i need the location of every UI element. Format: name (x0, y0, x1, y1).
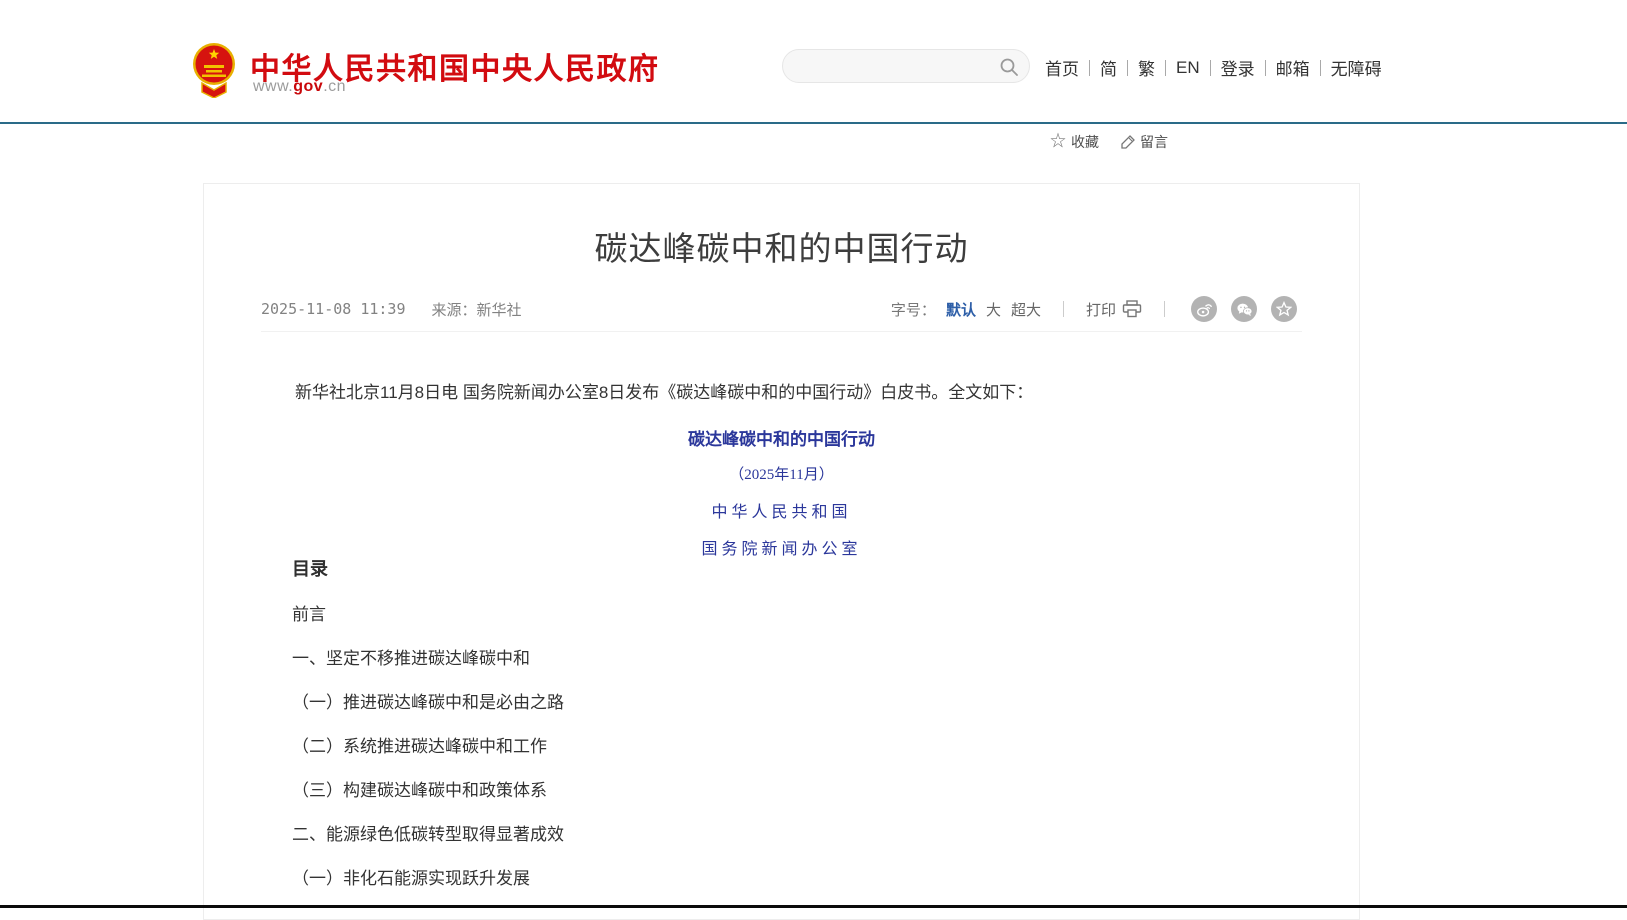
search-input[interactable] (783, 50, 993, 82)
nav-simplified[interactable]: 简 (1090, 55, 1127, 80)
font-size-xlarge[interactable]: 超大 (1011, 299, 1041, 320)
nav-english[interactable]: EN (1166, 58, 1210, 78)
document-heading-block: 碳达峰碳中和的中国行动 （2025年11月） 中华人民共和国 国务院新闻办公室 (204, 425, 1359, 572)
favorite-button[interactable]: ☆ 收藏 (1050, 132, 1099, 152)
nav-home[interactable]: 首页 (1045, 55, 1089, 80)
nav-accessibility[interactable]: 无障碍 (1321, 55, 1392, 80)
document-title: 碳达峰碳中和的中国行动 (204, 425, 1359, 450)
favorite-label: 收藏 (1071, 132, 1099, 152)
message-label: 留言 (1140, 132, 1168, 152)
print-label: 打印 (1086, 299, 1116, 320)
star-share-icon (1276, 301, 1292, 317)
toc-item-2-1: （一）非化石能源实现跃升发展 (292, 870, 564, 888)
document-date: （2025年11月） (204, 463, 1359, 484)
toc-item-2: 二、能源绿色低碳转型取得显著成效 (292, 826, 564, 844)
lead-paragraph: 新华社北京11月8日电 国务院新闻办公室8日发布《碳达峰碳中和的中国行动》白皮书… (261, 380, 1302, 406)
meta-divider (261, 331, 1302, 332)
top-nav: 首页 简 繁 EN 登录 邮箱 无障碍 (1045, 55, 1392, 80)
article-title: 碳达峰碳中和的中国行动 (204, 222, 1359, 270)
weibo-icon (1196, 301, 1213, 318)
window-bottom-edge (0, 905, 1627, 908)
meta-left: 2025-11-08 11:39 来源：新华社 (261, 299, 522, 320)
share-favorite-button[interactable] (1271, 296, 1297, 322)
toc-item-1: 一、坚定不移推进碳达峰碳中和 (292, 650, 564, 668)
source: 来源：新华社 (432, 299, 522, 320)
site-header: 中华人民共和国中央人民政府 www.gov.cn 首页 简 繁 EN 登录 邮箱… (0, 0, 1627, 122)
toc-item-1-1: （一）推进碳达峰碳中和是必由之路 (292, 694, 564, 712)
toc-item-1-3: （三）构建碳达峰碳中和政策体系 (292, 782, 564, 800)
article-card: 碳达峰碳中和的中国行动 2025-11-08 11:39 来源：新华社 字号： … (203, 183, 1360, 920)
toc-item-preface: 前言 (292, 606, 564, 624)
document-org-line1: 中华人民共和国 (204, 498, 1359, 522)
nav-login[interactable]: 登录 (1211, 55, 1265, 80)
meta-right: 字号： 默认 大 超大 打印 (891, 296, 1297, 322)
source-label: 来源： (432, 303, 477, 319)
search-box (782, 49, 1030, 83)
page-actions: ☆ 收藏 留言 (1050, 132, 1168, 152)
source-value: 新华社 (477, 303, 522, 319)
national-emblem-logo[interactable] (192, 40, 236, 98)
url-www: www. (253, 78, 293, 95)
url-gov: gov (293, 78, 323, 95)
print-button[interactable]: 打印 (1086, 299, 1142, 320)
article-meta-row: 2025-11-08 11:39 来源：新华社 字号： 默认 大 超大 打印 (261, 296, 1297, 322)
publish-datetime: 2025-11-08 11:39 (261, 300, 406, 318)
font-size-label: 字号： (891, 299, 936, 320)
meta-separator (1063, 301, 1064, 317)
message-button[interactable]: 留言 (1121, 132, 1168, 152)
pen-icon (1121, 135, 1135, 149)
font-size-default[interactable]: 默认 (946, 299, 976, 320)
printer-icon (1122, 300, 1142, 318)
meta-separator (1164, 301, 1165, 317)
table-of-contents: 目录 前言 一、坚定不移推进碳达峰碳中和 （一）推进碳达峰碳中和是必由之路 （二… (292, 555, 564, 914)
header-divider (0, 122, 1627, 124)
toc-heading: 目录 (292, 555, 564, 581)
nav-traditional[interactable]: 繁 (1128, 55, 1165, 80)
star-icon: ☆ (1050, 134, 1066, 150)
toc-item-1-2: （二）系统推进碳达峰碳中和工作 (292, 738, 564, 756)
site-url[interactable]: www.gov.cn (253, 78, 346, 96)
share-wechat-button[interactable] (1231, 296, 1257, 322)
share-weibo-button[interactable] (1191, 296, 1217, 322)
font-size-large[interactable]: 大 (986, 299, 1001, 320)
wechat-icon (1236, 301, 1253, 318)
url-cn: .cn (323, 78, 346, 95)
nav-mail[interactable]: 邮箱 (1266, 55, 1320, 80)
search-icon[interactable] (999, 57, 1019, 77)
